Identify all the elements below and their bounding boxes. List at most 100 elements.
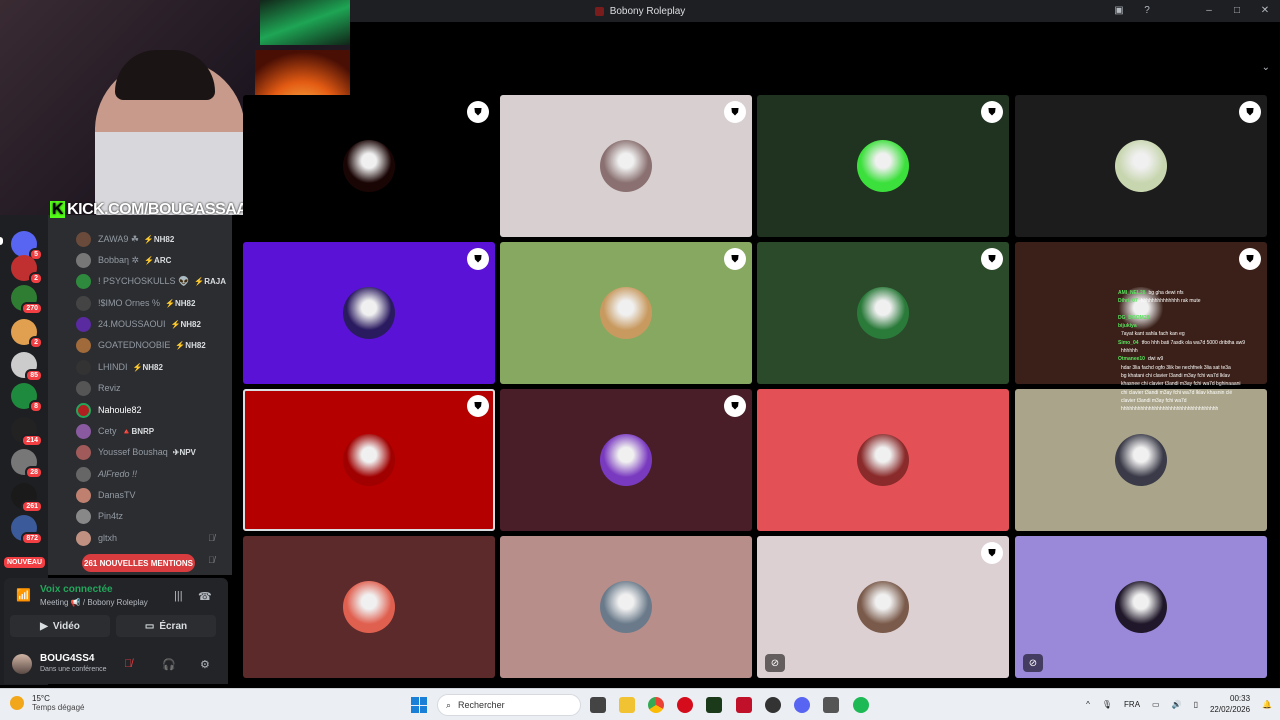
server-icon[interactable]: 8	[11, 383, 43, 413]
participant-tile[interactable]: ⛊	[500, 389, 752, 531]
server-badge: 872	[21, 532, 43, 545]
participant-tile[interactable]	[500, 536, 752, 678]
member-item[interactable]: Youssef Boushaq ✈NPV	[76, 442, 196, 462]
member-item[interactable]: gltxh	[76, 528, 117, 548]
participant-tile[interactable]: ⛊	[1015, 95, 1267, 237]
voice-status[interactable]: Voix connectée	[40, 584, 113, 595]
member-item[interactable]: ZAWA9 ☘ ⚡NH82	[76, 229, 174, 249]
disconnect-icon[interactable]: ☎	[198, 590, 212, 603]
participant-tile[interactable]: ⛊ ⊘	[757, 536, 1009, 678]
battery-icon[interactable]: ▯	[1194, 700, 1198, 709]
participant-tile[interactable]: ⊘	[1015, 536, 1267, 678]
shield-icon[interactable]: ⛊	[981, 542, 1003, 564]
shield-icon[interactable]: ⛊	[467, 395, 489, 417]
member-item[interactable]: DanasTV	[76, 485, 136, 505]
chrome-icon[interactable]	[648, 697, 664, 713]
participant-tile[interactable]: ⛊	[500, 242, 752, 384]
adobe-icon[interactable]	[736, 697, 752, 713]
shield-icon[interactable]: ⛊	[981, 248, 1003, 270]
participant-tile[interactable]: ⛊	[243, 389, 495, 531]
network-icon[interactable]: ▭	[1152, 700, 1160, 709]
member-item[interactable]: Pin4tz	[76, 506, 123, 526]
member-item[interactable]: Nahoule82	[76, 400, 142, 420]
username[interactable]: BOUG4SS4	[40, 653, 94, 664]
signal-icon[interactable]: 📶	[16, 588, 31, 602]
video-button[interactable]: ▶ Vidéo	[10, 615, 110, 637]
discord-icon[interactable]	[794, 697, 810, 713]
microphone-icon[interactable]: 🎙	[1102, 700, 1112, 709]
avatar[interactable]	[12, 654, 32, 674]
voice-channel-name[interactable]: Meeting 📢 / Bobony Roleplay	[40, 598, 148, 607]
server-icon[interactable]: 270	[11, 285, 43, 315]
server-icon[interactable]: 5	[11, 231, 43, 261]
chevron-up-icon[interactable]: ^	[1086, 700, 1090, 709]
server-icon[interactable]: 2	[11, 255, 43, 285]
shield-icon[interactable]: ⛊	[981, 101, 1003, 123]
mic-muted-icon[interactable]: 🎙̸	[124, 658, 132, 670]
weather-widget[interactable]: 15°C Temps dégagé	[10, 694, 84, 712]
member-item[interactable]: AlFredo !!	[76, 464, 137, 484]
chat-line: chi clavier t3andi m3ay fchi wa7d lklav …	[1118, 389, 1280, 397]
server-icon[interactable]: 28	[11, 449, 43, 479]
voice-connection-panel: 📶 Voix connectée Meeting 📢 / Bobony Role…	[4, 578, 228, 646]
app-icon[interactable]	[823, 697, 839, 713]
terminal-icon[interactable]	[706, 697, 722, 713]
participant-tile[interactable]	[243, 536, 495, 678]
member-name: Pin4tz	[98, 511, 124, 521]
participant-tile[interactable]: ⛊	[500, 95, 752, 237]
avatar	[76, 487, 91, 503]
headphones-icon[interactable]: 🎧	[162, 658, 176, 671]
member-item[interactable]: Cety 🔺BNRP	[76, 421, 154, 441]
notifications-icon[interactable]: 🔔	[1262, 700, 1272, 709]
shield-icon[interactable]: ⛊	[1239, 248, 1261, 270]
server-icon[interactable]: 261	[11, 483, 43, 513]
shield-icon[interactable]: ⛊	[1239, 101, 1261, 123]
minimize-button[interactable]: –	[1202, 3, 1216, 17]
participant-tile[interactable]: ⛊	[243, 242, 495, 384]
shield-icon[interactable]: ⛊	[724, 395, 746, 417]
member-item[interactable]: !$IMO Ornes % ⚡NH82	[76, 293, 195, 313]
member-item[interactable]: Reviz	[76, 378, 121, 398]
member-item[interactable]: LHINDI ⚡NH82	[76, 357, 163, 377]
participant-tile[interactable]	[757, 389, 1009, 531]
member-item[interactable]: GOATEDNOOBIE ⚡NH82	[76, 335, 206, 355]
spotify-icon[interactable]	[853, 697, 869, 713]
new-mentions-button[interactable]: 261 NOUVELLES MENTIONS	[82, 554, 195, 572]
opera-icon[interactable]	[677, 697, 693, 713]
server-icon[interactable]: 2	[11, 319, 43, 349]
shield-icon[interactable]: ⛊	[724, 248, 746, 270]
server-icon[interactable]: 872	[11, 515, 43, 545]
clock[interactable]: 00:33 22/02/2026	[1210, 693, 1250, 715]
member-name: AlFredo !!	[98, 469, 138, 479]
member-tag: ⚡NH82	[175, 340, 206, 350]
noise-suppression-icon[interactable]: |||	[174, 590, 183, 602]
gear-icon[interactable]: ⚙	[200, 658, 210, 671]
chevron-down-icon[interactable]: ⌄	[1262, 62, 1270, 73]
shield-icon[interactable]: ⛊	[467, 248, 489, 270]
volume-icon[interactable]: 🔊	[1172, 700, 1182, 709]
help-icon[interactable]: ?	[1140, 3, 1154, 17]
obs-icon[interactable]	[765, 697, 781, 713]
chat-message: khasnee chi clavier t3andi m3ay fchi wa7…	[1121, 381, 1241, 388]
close-button[interactable]: ✕	[1258, 3, 1272, 17]
member-item[interactable]: 24.MOUSSAOUI ⚡NH82	[76, 314, 201, 334]
participant-tile[interactable]: ⛊	[243, 95, 495, 237]
server-icon[interactable]: 214	[11, 417, 43, 447]
taskbar-search[interactable]: ⌕ Rechercher	[437, 694, 581, 716]
language-indicator[interactable]: FRA	[1124, 700, 1140, 709]
file-explorer-icon[interactable]	[619, 697, 635, 713]
server-icon[interactable]: 85	[11, 352, 43, 382]
new-server-badge[interactable]: NOUVEAU	[4, 557, 46, 568]
shield-icon[interactable]: ⛊	[467, 101, 489, 123]
participant-tile[interactable]: ⛊	[757, 242, 1009, 384]
member-item[interactable]: ! PSYCHOSKULLS 👽 ⚡RAJA	[76, 271, 226, 291]
system-tray: ^ 🎙 FRA ▭ 🔊 ▯ 00:33 22/02/2026 🔔	[1086, 693, 1272, 715]
task-view-icon[interactable]	[590, 697, 606, 713]
maximize-button[interactable]: □	[1230, 3, 1244, 17]
member-item[interactable]: Bobbaη ✲ ⚡ARC	[76, 250, 171, 270]
start-button[interactable]	[411, 697, 427, 713]
shield-icon[interactable]: ⛊	[724, 101, 746, 123]
screen-share-button[interactable]: ▭ Écran	[116, 615, 216, 637]
inbox-icon[interactable]: ▣	[1112, 3, 1126, 17]
participant-tile[interactable]: ⛊	[757, 95, 1009, 237]
